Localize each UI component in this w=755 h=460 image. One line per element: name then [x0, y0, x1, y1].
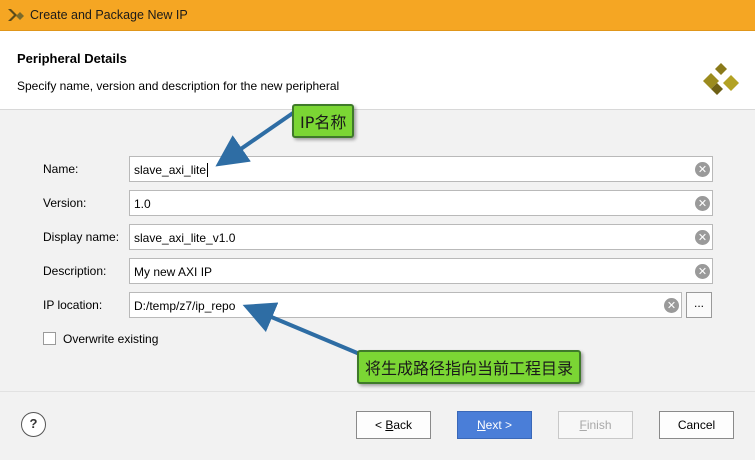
version-field[interactable]: 1.0 ✕ [129, 190, 713, 216]
overwrite-label[interactable]: Overwrite existing [63, 332, 158, 346]
clear-x-icon[interactable]: ✕ [695, 162, 710, 177]
page-title: Peripheral Details [17, 51, 127, 66]
back-button[interactable]: < Back [356, 411, 431, 439]
name-label: Name: [43, 162, 79, 176]
page-header: Peripheral Details Specify name, version… [0, 31, 755, 109]
vivado-logo-icon [8, 9, 24, 21]
cancel-button[interactable]: Cancel [659, 411, 734, 439]
ip-location-row: IP location: D:/temp/z7/ip_repo ✕ ... [0, 292, 755, 319]
version-row: Version: 1.0 ✕ [0, 190, 755, 217]
footer: ? < Back Next > Finish Cancel [0, 391, 755, 460]
clear-x-icon[interactable]: ✕ [695, 264, 710, 279]
description-field[interactable]: My new AXI IP ✕ [129, 258, 713, 284]
display-name-field[interactable]: slave_axi_lite_v1.0 ✕ [129, 224, 713, 250]
page-subtitle: Specify name, version and description fo… [17, 79, 340, 93]
name-row: Name: slave_axi_lite ✕ [0, 156, 755, 183]
name-field[interactable]: slave_axi_lite ✕ [129, 156, 713, 182]
clear-x-icon[interactable]: ✕ [664, 298, 679, 313]
version-label: Version: [43, 196, 87, 210]
next-button[interactable]: Next > [457, 411, 532, 439]
annotation-ip-name: IP名称 [292, 104, 355, 138]
name-value: slave_axi_lite [134, 163, 209, 177]
overwrite-checkbox[interactable] [43, 332, 56, 345]
browse-button[interactable]: ... [686, 292, 712, 318]
vivado-brand-icon [703, 63, 739, 95]
title-bar: Create and Package New IP [0, 0, 755, 31]
display-name-label: Display name: [43, 230, 120, 244]
display-name-row: Display name: slave_axi_lite_v1.0 ✕ [0, 224, 755, 251]
help-icon[interactable]: ? [21, 412, 46, 437]
ip-location-value: D:/temp/z7/ip_repo [134, 299, 236, 313]
display-name-value: slave_axi_lite_v1.0 [134, 231, 236, 245]
window-title: Create and Package New IP [30, 8, 188, 22]
form-area: Name: slave_axi_lite ✕ Version: 1.0 ✕ Di… [0, 109, 755, 391]
annotation-path-note: 将生成路径指向当前工程目录 [357, 350, 582, 384]
ip-location-field[interactable]: D:/temp/z7/ip_repo ✕ [129, 292, 682, 318]
description-value: My new AXI IP [134, 265, 213, 279]
version-value: 1.0 [134, 197, 151, 211]
clear-x-icon[interactable]: ✕ [695, 196, 710, 211]
ip-location-label: IP location: [43, 298, 103, 312]
description-row: Description: My new AXI IP ✕ [0, 258, 755, 285]
finish-button[interactable]: Finish [558, 411, 633, 439]
clear-x-icon[interactable]: ✕ [695, 230, 710, 245]
description-label: Description: [43, 264, 107, 278]
